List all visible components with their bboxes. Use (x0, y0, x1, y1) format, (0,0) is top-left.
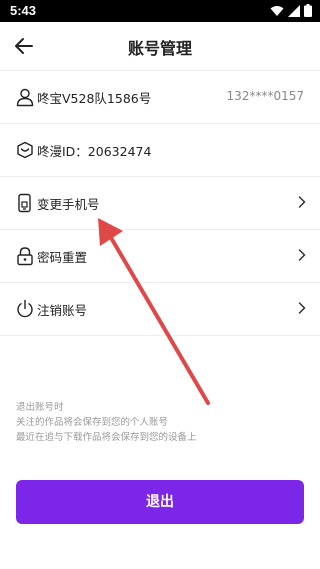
account-name: 咚宝V528队1586号 (37, 91, 152, 106)
user-icon (16, 88, 34, 107)
logout-notes: 退出账号时 关注的作品将会保存到您的个人账号 最近在追与下载作品将会保存到您的设… (16, 400, 197, 445)
password-reset-row[interactable]: 密码重置 (0, 230, 320, 283)
change-phone-label: 变更手机号 (37, 197, 100, 212)
page-title: 账号管理 (127, 39, 192, 58)
notes-heading: 退出账号时 (16, 402, 64, 413)
power-icon (17, 299, 33, 318)
battery-icon (304, 4, 312, 17)
id-row: 咚漫ID：20632474 (0, 124, 320, 177)
user-id: 咚漫ID：20632474 (37, 144, 152, 159)
header: 账号管理 (0, 22, 320, 71)
notes-line: 最近在追与下载作品将会保存到您的设备上 (16, 432, 197, 443)
password-reset-label: 密码重置 (37, 250, 88, 265)
cancel-account-label: 注销账号 (37, 303, 88, 318)
logout-button[interactable]: 退出 (16, 480, 304, 524)
chevron-right-icon (298, 302, 306, 314)
phone-icon (18, 193, 31, 213)
chevron-right-icon (298, 196, 306, 208)
notes-line: 关注的作品将会保存到您的个人账号 (16, 417, 169, 428)
account-row: 咚宝V528队1586号 132****0157 (0, 71, 320, 124)
status-bar: 5:43 (0, 0, 320, 22)
status-icons (270, 4, 312, 17)
lock-icon (17, 247, 33, 266)
signal-icon (288, 4, 300, 17)
masked-phone: 132****0157 (226, 89, 304, 103)
cancel-account-row[interactable]: 注销账号 (0, 283, 320, 336)
wifi-icon (270, 5, 284, 16)
status-time: 5:43 (10, 3, 37, 18)
badge-icon (17, 141, 33, 159)
change-phone-row[interactable]: 变更手机号 (0, 177, 320, 230)
chevron-right-icon (298, 249, 306, 261)
